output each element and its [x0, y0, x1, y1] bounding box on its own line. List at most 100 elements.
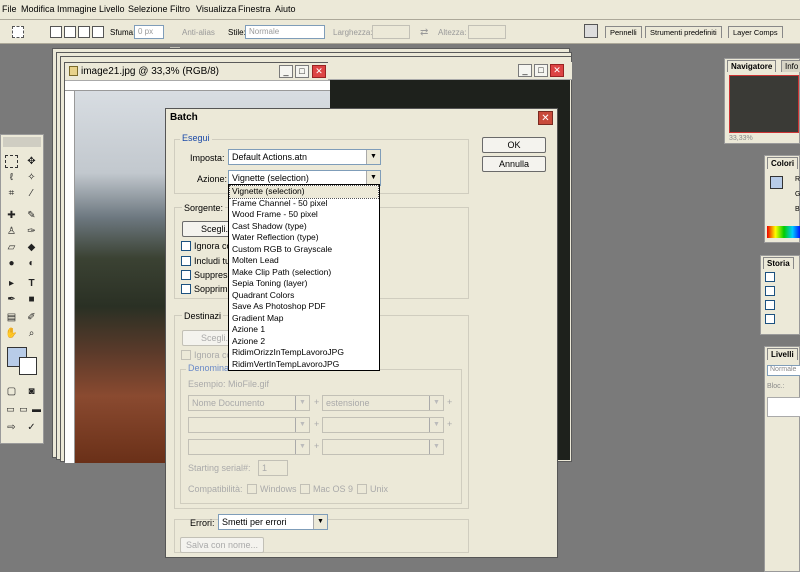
- screen-mode-full-menu-icon[interactable]: ▭: [17, 403, 30, 416]
- edit-in-imageready-icon[interactable]: ✓: [25, 421, 38, 434]
- menu-finestra[interactable]: Finestra: [238, 4, 271, 14]
- close-button[interactable]: ✕: [312, 65, 326, 78]
- add-selection-icon[interactable]: [64, 26, 76, 38]
- menu-immagine[interactable]: Immagine: [57, 4, 97, 14]
- action-list-item[interactable]: Frame Channel - 50 pixel: [230, 198, 378, 210]
- lasso-tool-icon[interactable]: ℓ: [5, 171, 18, 184]
- tab-livelli[interactable]: Livelli: [767, 348, 798, 360]
- dialog-close-icon[interactable]: ✕: [538, 111, 553, 125]
- layer-row[interactable]: [767, 397, 800, 417]
- menu-file[interactable]: File: [2, 4, 17, 14]
- compat-unix-checkbox[interactable]: [357, 484, 367, 494]
- tab-strumenti-predefiniti[interactable]: Strumenti predefiniti: [645, 26, 722, 38]
- sorgente-checkbox-2[interactable]: [181, 256, 191, 266]
- imposta-select[interactable]: Default Actions.atn ▼: [228, 149, 381, 165]
- marquee-preset-icon[interactable]: [12, 26, 24, 38]
- healing-brush-icon[interactable]: ✚: [5, 209, 18, 222]
- new-selection-icon[interactable]: [50, 26, 62, 38]
- type-tool-icon[interactable]: T: [25, 277, 38, 290]
- eraser-tool-icon[interactable]: ▱: [5, 241, 18, 254]
- destinazione-checkbox[interactable]: [181, 350, 191, 360]
- action-list-item[interactable]: Quadrant Colors: [230, 290, 378, 302]
- back-maximize-button[interactable]: □: [534, 64, 548, 77]
- printer-icon[interactable]: [584, 24, 598, 38]
- background-color[interactable]: [19, 357, 37, 375]
- menu-visualizza[interactable]: Visualizza: [196, 4, 236, 14]
- action-list-item[interactable]: Custom RGB to Grayscale: [230, 244, 378, 256]
- sorgente-checkbox-4[interactable]: [181, 284, 191, 294]
- history-snapshot-checkbox[interactable]: [765, 272, 775, 282]
- action-list-item[interactable]: RidimOrizzInTempLavoroJPG: [230, 347, 378, 359]
- pen-tool-icon[interactable]: ✒: [5, 293, 18, 306]
- crop-tool-icon[interactable]: ⌗: [5, 187, 18, 200]
- starting-serial-field[interactable]: 1: [258, 460, 288, 476]
- action-list-item[interactable]: Make Clip Path (selection): [230, 267, 378, 279]
- menu-selezione[interactable]: Selezione: [128, 4, 168, 14]
- width-field[interactable]: [372, 25, 410, 39]
- action-list-item[interactable]: RidimVertInTempLavoroJPG: [230, 359, 378, 371]
- toolbox-header[interactable]: [3, 137, 41, 147]
- action-list-item[interactable]: Vignette (selection): [229, 185, 379, 199]
- jump-to-imageready-icon[interactable]: ⇨: [5, 421, 18, 434]
- shape-tool-icon[interactable]: ■: [25, 293, 38, 306]
- history-step-checkbox-2[interactable]: [765, 300, 775, 310]
- color-ramp[interactable]: [767, 226, 800, 238]
- slice-tool-icon[interactable]: ⁄: [25, 187, 38, 200]
- action-list-item[interactable]: Sepia Toning (layer): [230, 278, 378, 290]
- sorgente-checkbox-1[interactable]: [181, 241, 191, 251]
- back-document-title-bar[interactable]: _ □ ✕: [328, 62, 572, 80]
- sorgente-checkbox-3[interactable]: [181, 270, 191, 280]
- blur-tool-icon[interactable]: ●: [5, 257, 18, 270]
- intersect-selection-icon[interactable]: [92, 26, 104, 38]
- save-as-button[interactable]: Salva con nome...: [180, 537, 264, 553]
- action-list-item[interactable]: Azione 2: [230, 336, 378, 348]
- hand-tool-icon[interactable]: ✋: [5, 327, 18, 340]
- dodge-tool-icon[interactable]: ◐: [25, 257, 38, 270]
- action-list-item[interactable]: Gradient Map: [230, 313, 378, 325]
- naming-select-3[interactable]: ▼: [188, 417, 310, 433]
- screen-mode-full-icon[interactable]: ▬: [30, 403, 43, 416]
- menu-livello[interactable]: Livello: [99, 4, 125, 14]
- tab-pennelli[interactable]: Pennelli: [605, 26, 642, 38]
- height-field[interactable]: [468, 25, 506, 39]
- quickmask-mode-icon[interactable]: ◙: [25, 385, 38, 398]
- zoom-tool-icon[interactable]: ⌕: [25, 327, 38, 340]
- action-list-item[interactable]: Save As Photoshop PDF: [230, 301, 378, 313]
- action-list-item[interactable]: Water Reflection (type): [230, 232, 378, 244]
- marquee-tool-icon[interactable]: [5, 155, 18, 168]
- back-minimize-button[interactable]: _: [518, 64, 532, 77]
- action-list-item[interactable]: Molten Lead: [230, 255, 378, 267]
- cancel-button[interactable]: Annulla: [482, 156, 546, 172]
- tab-info[interactable]: Info: [781, 60, 800, 72]
- paint-bucket-icon[interactable]: ◆: [25, 241, 38, 254]
- naming-select-2[interactable]: estensione ▼: [322, 395, 444, 411]
- compat-mac-checkbox[interactable]: [300, 484, 310, 494]
- style-select[interactable]: Normale: [245, 25, 325, 39]
- naming-select-4[interactable]: ▼: [322, 417, 444, 433]
- back-close-button[interactable]: ✕: [550, 64, 564, 77]
- brush-tool-icon[interactable]: ✎: [25, 209, 38, 222]
- action-list-item[interactable]: Azione 1: [230, 324, 378, 336]
- feather-field[interactable]: 0 px: [134, 25, 164, 39]
- history-step-checkbox-1[interactable]: [765, 286, 775, 296]
- errori-select[interactable]: Smetti per errori ▼: [218, 514, 328, 530]
- swap-icon[interactable]: ⇄: [420, 27, 428, 38]
- path-select-icon[interactable]: ▸: [5, 277, 18, 290]
- maximize-button[interactable]: □: [295, 65, 309, 78]
- minimize-button[interactable]: _: [279, 65, 293, 78]
- eyedropper-icon[interactable]: ✐: [25, 311, 38, 324]
- screen-mode-std-icon[interactable]: ▭: [4, 403, 17, 416]
- tab-storia[interactable]: Storia: [763, 257, 794, 269]
- ok-button[interactable]: OK: [482, 137, 546, 153]
- compat-windows-checkbox[interactable]: [247, 484, 257, 494]
- notes-tool-icon[interactable]: ▤: [5, 311, 18, 324]
- navigator-thumbnail[interactable]: [729, 75, 799, 133]
- standard-mode-icon[interactable]: ▢: [5, 385, 18, 398]
- naming-select-6[interactable]: ▼: [322, 439, 444, 455]
- tab-navigator[interactable]: Navigatore: [727, 60, 777, 72]
- magic-wand-icon[interactable]: ✧: [25, 171, 38, 184]
- colors-foreground-swatch[interactable]: [770, 176, 783, 189]
- naming-select-1[interactable]: Nome Documento ▼: [188, 395, 310, 411]
- tab-colori[interactable]: Colori: [767, 157, 799, 169]
- action-list-item[interactable]: Wood Frame - 50 pixel: [230, 209, 378, 221]
